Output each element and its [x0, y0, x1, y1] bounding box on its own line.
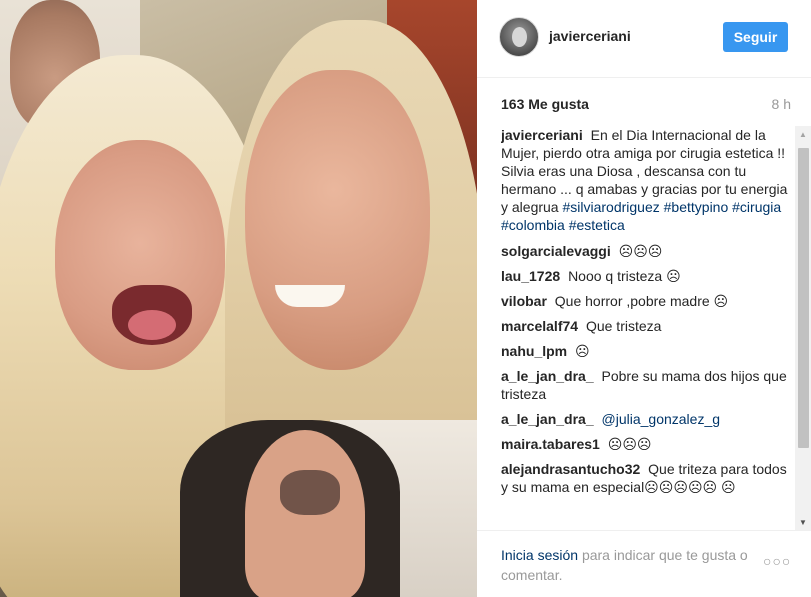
comment-item: a_le_jan_dra_ @julia_gonzalez_g — [501, 410, 791, 428]
comment-username[interactable]: vilobar — [501, 293, 547, 309]
comment-text: ☹☹☹ — [607, 436, 652, 452]
comment-text: ☹ — [575, 343, 590, 359]
more-options-icon[interactable]: ○○○ — [763, 553, 791, 569]
comment-username[interactable]: a_le_jan_dra_ — [501, 368, 594, 384]
photo-man-face — [245, 70, 430, 370]
comment-item: nahu_lpm ☹ — [501, 342, 791, 360]
comment-username[interactable]: nahu_lpm — [501, 343, 567, 359]
comment-username[interactable]: a_le_jan_dra_ — [501, 411, 594, 427]
caption: javierceriani En el Dia Internacional de… — [501, 126, 791, 234]
comment-item: alejandrasantucho32 Que triteza para tod… — [501, 460, 791, 496]
comment-username[interactable]: solgarcialevaggi — [501, 243, 611, 259]
post-photo — [0, 0, 477, 597]
avatar[interactable] — [499, 17, 539, 57]
likes-count[interactable]: 163 Me gusta — [501, 96, 589, 112]
scrollbar-thumb[interactable] — [798, 148, 809, 448]
comment-item: marcelalf74 Que tristeza — [501, 317, 791, 335]
comment-username[interactable]: marcelalf74 — [501, 318, 578, 334]
comment-text: Que horror ,pobre madre ☹ — [554, 293, 729, 309]
comment-username[interactable]: maira.tabares1 — [501, 436, 600, 452]
post-footer: Inicia sesión para indicar que te gusta … — [477, 530, 811, 597]
comment-item: vilobar Que horror ,pobre madre ☹ — [501, 292, 791, 310]
post-side-panel: javierceriani Seguir 163 Me gusta 8 h ja… — [477, 0, 811, 597]
comment-username[interactable]: alejandrasantucho32 — [501, 461, 640, 477]
photo-tattoo — [280, 470, 340, 515]
scroll-up-arrow-icon[interactable]: ▲ — [795, 126, 811, 142]
comments-scrollbar[interactable]: ▲ ▼ — [795, 126, 811, 530]
comment-text: Nooo q tristeza ☹ — [568, 268, 681, 284]
post-header: javierceriani Seguir — [477, 0, 811, 78]
post-time[interactable]: 8 h — [772, 96, 791, 112]
stats-row: 163 Me gusta 8 h — [501, 96, 791, 114]
comment-text: ☹☹☹ — [618, 243, 663, 259]
comment-text: Que tristeza — [585, 318, 662, 334]
login-link[interactable]: Inicia sesión — [501, 547, 578, 563]
comments-list[interactable]: javierceriani En el Dia Internacional de… — [501, 126, 791, 530]
comment-item: a_le_jan_dra_ Pobre su mama dos hijos qu… — [501, 367, 791, 403]
comment-mention[interactable]: @julia_gonzalez_g — [602, 411, 721, 427]
comment-item: lau_1728 Nooo q tristeza ☹ — [501, 267, 791, 285]
follow-button[interactable]: Seguir — [723, 22, 788, 52]
photo-man-smile — [275, 285, 345, 307]
photo-woman-tongue — [128, 310, 176, 340]
login-prompt: Inicia sesión para indicar que te gusta … — [501, 545, 751, 585]
comment-username[interactable]: lau_1728 — [501, 268, 560, 284]
comment-item: maira.tabares1 ☹☹☹ — [501, 435, 791, 453]
comment-item: solgarcialevaggi ☹☹☹ — [501, 242, 791, 260]
header-username[interactable]: javierceriani — [549, 28, 631, 44]
scroll-down-arrow-icon[interactable]: ▼ — [795, 514, 811, 530]
caption-username[interactable]: javierceriani — [501, 127, 583, 143]
